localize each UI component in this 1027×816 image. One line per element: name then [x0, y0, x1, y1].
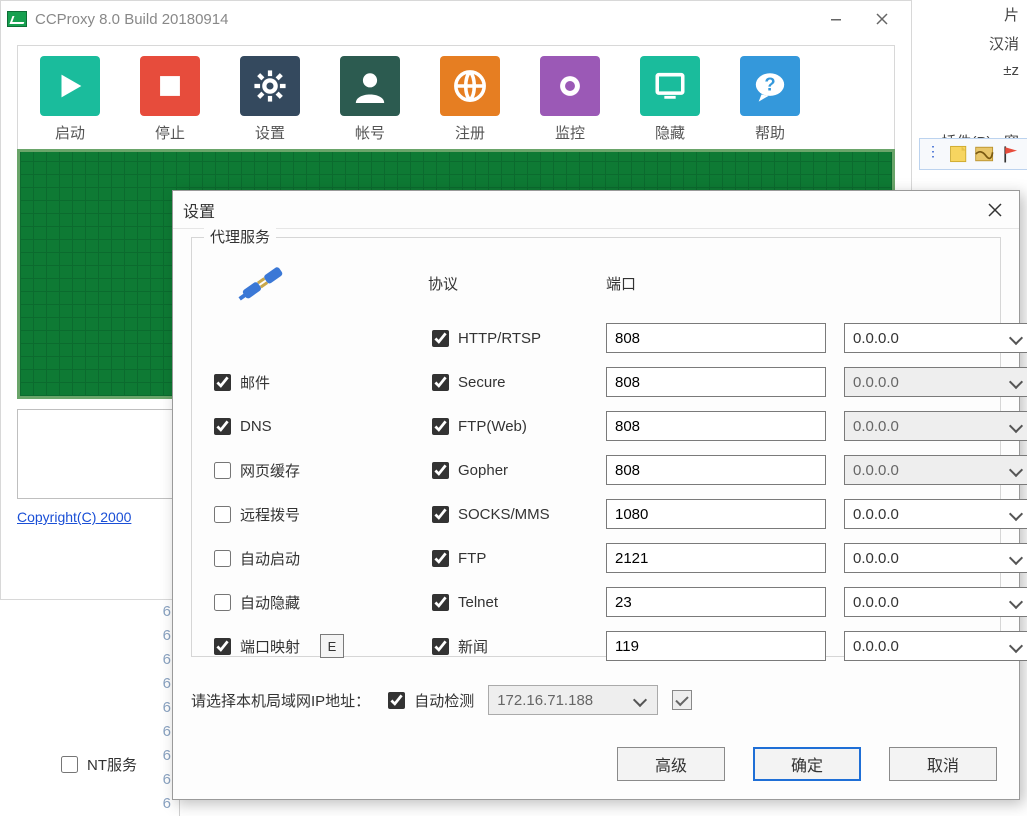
- toolbar-account[interactable]: 帐号: [330, 56, 410, 143]
- ip-socks-mms[interactable]: 0.0.0.0: [844, 499, 1027, 529]
- stop-icon-label: 停止: [130, 122, 210, 143]
- toolbar-help[interactable]: ? 帮助: [730, 56, 810, 143]
- port-secure[interactable]: [606, 367, 826, 397]
- chevron-down-icon: [1009, 463, 1023, 477]
- cancel-button[interactable]: 取消: [889, 747, 997, 781]
- port-telnet[interactable]: [606, 587, 826, 617]
- option-mail[interactable]: 邮件: [210, 371, 410, 394]
- dialog-close-button[interactable]: [981, 196, 1009, 224]
- option-autohide[interactable]: 自动隐藏: [210, 591, 410, 614]
- option-dns[interactable]: DNS: [210, 415, 410, 438]
- flag-icon[interactable]: [1001, 143, 1021, 165]
- protocol-http-rtsp[interactable]: HTTP/RTSP: [428, 327, 588, 350]
- lan-ip-row: 请选择本机局域网IP地址： 自动检测 172.16.71.188: [191, 685, 1001, 715]
- group-label: 代理服务: [204, 226, 276, 247]
- protocol-ftp[interactable]: FTP: [428, 547, 588, 570]
- window-title: CCProxy 8.0 Build 20180914: [35, 11, 228, 28]
- chevron-down-icon: [1009, 507, 1023, 521]
- toolbar-settings[interactable]: 设置: [230, 56, 310, 143]
- copyright-link[interactable]: Copyright(C) 2000: [17, 509, 131, 525]
- ok-button[interactable]: 确定: [753, 747, 861, 781]
- chevron-down-icon: [1009, 551, 1023, 565]
- toolbar-register[interactable]: 注册: [430, 56, 510, 143]
- minimize-button[interactable]: [813, 4, 859, 34]
- ip-gopher: 0.0.0.0: [844, 455, 1027, 485]
- app-icon: [7, 11, 27, 27]
- note-icon[interactable]: [948, 143, 968, 165]
- chevron-down-icon: [633, 693, 647, 707]
- start-icon-label: 启动: [30, 122, 110, 143]
- svg-text:?: ?: [764, 73, 775, 94]
- option-autostart[interactable]: 自动启动: [210, 547, 410, 570]
- header-protocol: 协议: [428, 273, 588, 294]
- ip-secure: 0.0.0.0: [844, 367, 1027, 397]
- header-port: 端口: [606, 273, 826, 294]
- protocol-socks-mms[interactable]: SOCKS/MMS: [428, 503, 588, 526]
- port-news[interactable]: [606, 631, 826, 661]
- protocol-gopher[interactable]: Gopher: [428, 459, 588, 482]
- toolbar-stop[interactable]: 停止: [130, 56, 210, 143]
- titlebar: CCProxy 8.0 Build 20180914: [1, 1, 911, 37]
- port-gopher[interactable]: [606, 455, 826, 485]
- right-toolbar: ⋮: [919, 138, 1027, 170]
- option-portmap[interactable]: 端口映射: [210, 635, 300, 658]
- right-fragment: 片 汉消 ±z 插件(P) 窗: [915, 0, 1027, 156]
- dialog-title: 设置: [183, 198, 215, 222]
- lan-confirm-checkbox[interactable]: [672, 690, 692, 710]
- ip-news[interactable]: 0.0.0.0: [844, 631, 1027, 661]
- port-ftp[interactable]: [606, 543, 826, 573]
- protocol-news[interactable]: 新闻: [428, 635, 588, 658]
- port-http-rtsp[interactable]: [606, 323, 826, 353]
- port-socks-mms[interactable]: [606, 499, 826, 529]
- option-webcache[interactable]: 网页缓存: [210, 459, 410, 482]
- dialog-titlebar: 设置: [173, 191, 1019, 229]
- toolbar-monitor[interactable]: 监控: [530, 56, 610, 143]
- protocol-secure[interactable]: Secure: [428, 371, 588, 394]
- lan-ip-select[interactable]: 172.16.71.188: [488, 685, 658, 715]
- chevron-down-icon: [1009, 419, 1023, 433]
- nt-service-checkbox[interactable]: NT服务: [57, 753, 137, 776]
- close-button[interactable]: [859, 4, 905, 34]
- chevron-down-icon: [1009, 375, 1023, 389]
- chevron-down-icon: [1009, 595, 1023, 609]
- ip-ftp-web: 0.0.0.0: [844, 411, 1027, 441]
- port-ftp-web[interactable]: [606, 411, 826, 441]
- auto-detect-checkbox[interactable]: 自动检测: [384, 689, 474, 712]
- ip-ftp[interactable]: 0.0.0.0: [844, 543, 1027, 573]
- chevron-down-icon: [1009, 331, 1023, 345]
- ip-telnet[interactable]: 0.0.0.0: [844, 587, 1027, 617]
- protocol-ftp-web[interactable]: FTP(Web): [428, 415, 588, 438]
- protocol-telnet[interactable]: Telnet: [428, 591, 588, 614]
- option-remote-dial[interactable]: 远程拨号: [210, 503, 410, 526]
- ip-http-rtsp[interactable]: 0.0.0.0: [844, 323, 1027, 353]
- portmap-edit-button[interactable]: E: [320, 634, 344, 658]
- plug-icon: [230, 258, 294, 306]
- map-icon[interactable]: [974, 143, 994, 165]
- settings-dialog: 设置 代理服务 协议 端口: [172, 190, 1020, 800]
- lan-ip-label: 请选择本机局域网IP地址：: [191, 690, 370, 711]
- proxy-service-group: 代理服务 协议 端口 HTTP/RTSP: [191, 237, 1001, 657]
- toolbar-hide[interactable]: 隐藏: [630, 56, 710, 143]
- toolbar: 启动 停止 设置 帐号 注册 监控 隐藏 ? 帮助: [17, 45, 895, 149]
- toolbar-start[interactable]: 启动: [30, 56, 110, 143]
- chevron-down-icon: [1009, 639, 1023, 653]
- advanced-button[interactable]: 高级: [617, 747, 725, 781]
